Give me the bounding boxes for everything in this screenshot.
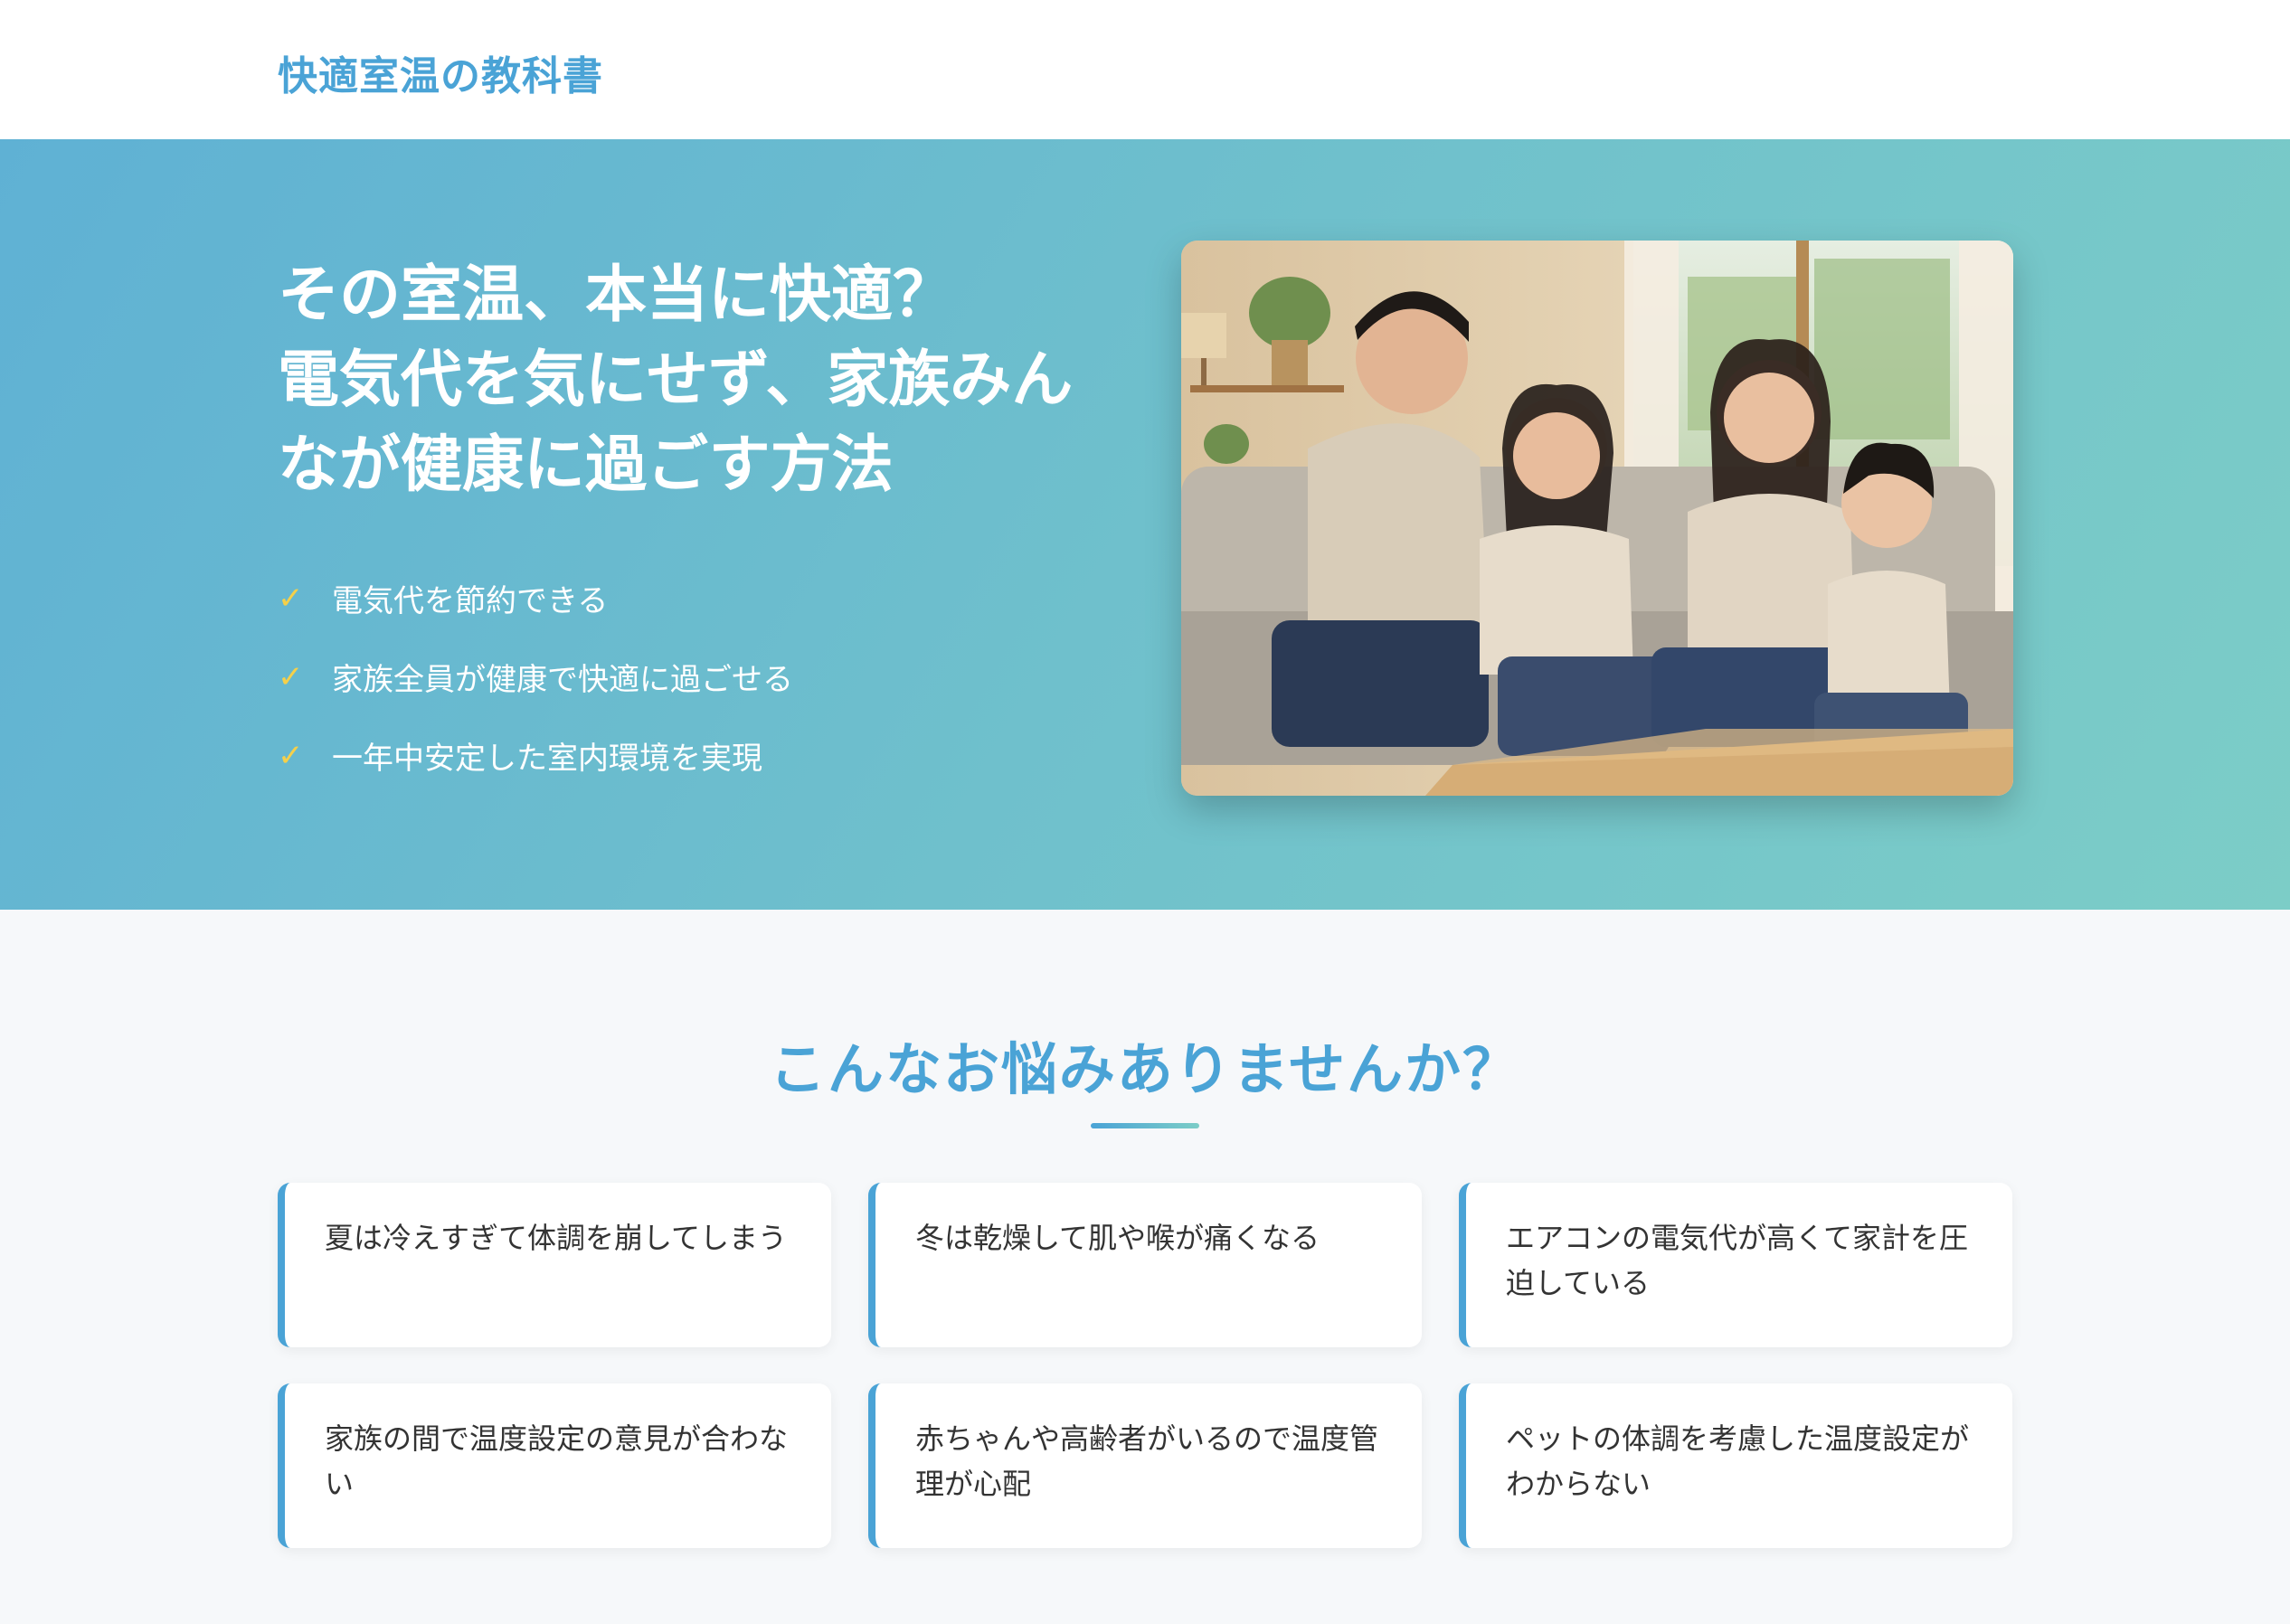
benefit-list: ✓ 電気代を節約できる ✓ 家族全員が健康で快適に過ごせる ✓ 一年中安定した室… bbox=[278, 559, 793, 795]
problem-card: ペットの体調を考慮した温度設定がわからない bbox=[1459, 1383, 2012, 1548]
section-title: こんなお悩みありませんか？ bbox=[769, 1036, 1521, 1102]
problem-card: 夏は冷えすぎて体調を崩してしまう bbox=[278, 1183, 831, 1347]
check-icon: ✓ bbox=[278, 737, 304, 774]
problems-section: こんなお悩みありませんか？ 夏は冷えすぎて体調を崩してしまう 冬は乾燥して肌や喉… bbox=[0, 910, 2290, 1624]
site-logo[interactable]: 快適室温の教科書 bbox=[278, 43, 603, 101]
family-photo-illustration bbox=[1181, 241, 2013, 796]
hero-title: その室温、本当に快適？ 電気代を気にせず、家族みん なが健康に過ごす方法 bbox=[278, 260, 1074, 501]
title-underline bbox=[1091, 1123, 1199, 1128]
problem-card: 赤ちゃんや高齢者がいるので温度管理が心配 bbox=[868, 1383, 1422, 1548]
benefit-item: ✓ 家族全員が健康で快適に過ごせる bbox=[278, 637, 793, 716]
problem-card: 冬は乾燥して肌や喉が痛くなる bbox=[868, 1183, 1422, 1347]
site-header: 快適室温の教科書 bbox=[0, 0, 2290, 139]
benefit-text: 電気代を節約できる bbox=[332, 583, 609, 619]
hero-section: その室温、本当に快適？ 電気代を気にせず、家族みん なが健康に過ごす方法 ✓ 電… bbox=[0, 139, 2290, 910]
benefit-text: 一年中安定した室内環境を実現 bbox=[332, 741, 762, 777]
benefit-item: ✓ 一年中安定した室内環境を実現 bbox=[278, 716, 793, 795]
check-icon: ✓ bbox=[278, 658, 304, 695]
family-photo bbox=[1181, 241, 2013, 796]
check-icon: ✓ bbox=[278, 580, 304, 617]
benefit-text: 家族全員が健康で快適に過ごせる bbox=[332, 662, 793, 698]
problem-card: 家族の間で温度設定の意見が合わない bbox=[278, 1383, 831, 1548]
benefit-item: ✓ 電気代を節約できる bbox=[278, 559, 793, 637]
problem-card: エアコンの電気代が高くて家計を圧迫している bbox=[1459, 1183, 2012, 1347]
